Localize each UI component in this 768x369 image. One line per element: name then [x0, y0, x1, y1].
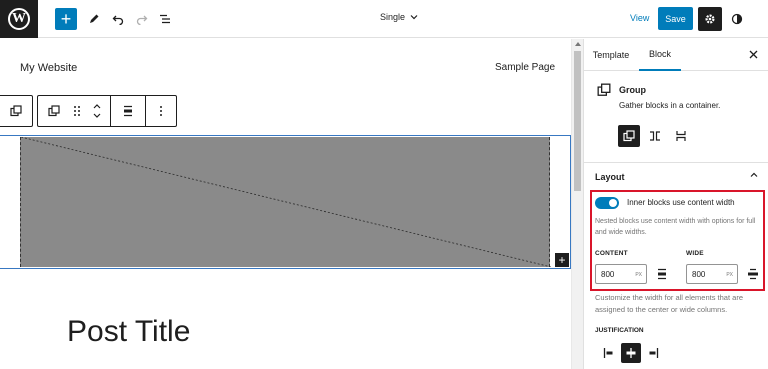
- wide-width-value: 800: [692, 270, 706, 279]
- variation-group-button[interactable]: [618, 125, 640, 147]
- sidebar-tabs: Template Block: [584, 39, 768, 71]
- variation-stack-button[interactable]: [670, 125, 692, 147]
- image-placeholder[interactable]: [20, 137, 551, 267]
- panel-divider: [584, 162, 768, 163]
- variation-row-button[interactable]: [644, 125, 666, 147]
- post-title[interactable]: Post Title: [67, 315, 190, 349]
- block-type-button[interactable]: [38, 96, 70, 126]
- canvas-scrollbar[interactable]: [571, 39, 583, 369]
- wide-width-label: WIDE: [686, 250, 704, 257]
- view-link[interactable]: View: [630, 13, 649, 23]
- justify-left-button[interactable]: [599, 343, 619, 363]
- editor-canvas: My Website Sample Page + Post Title: [0, 39, 571, 369]
- align-center-icon: [124, 105, 132, 117]
- scroll-thumb[interactable]: [574, 51, 581, 191]
- stretch-wide-icon: [748, 268, 758, 280]
- drag-handle[interactable]: [70, 96, 84, 126]
- content-width-toggle[interactable]: [595, 197, 619, 209]
- wordpress-icon: W: [8, 8, 30, 30]
- list-view-button[interactable]: [154, 8, 176, 30]
- undo-button[interactable]: [107, 8, 129, 30]
- stack-icon: [676, 131, 686, 141]
- half-circle-icon: [731, 13, 743, 25]
- drag-handle-icon: [74, 106, 80, 116]
- gear-icon: [705, 14, 715, 24]
- edit-tools-button[interactable]: [83, 8, 105, 30]
- content-width-toggle-label: Inner blocks use content width: [627, 198, 735, 207]
- align-center-icon: [658, 268, 666, 280]
- scroll-up-arrow-icon[interactable]: [575, 42, 581, 46]
- row-icon: [650, 131, 660, 141]
- group-icon: [48, 105, 60, 117]
- block-parent-selector[interactable]: [0, 95, 33, 127]
- justification-controls: [599, 343, 663, 363]
- redo-icon: [136, 15, 148, 25]
- more-vertical-icon: [160, 106, 162, 116]
- close-icon: [749, 50, 758, 59]
- group-icon: [597, 83, 611, 96]
- justify-center-icon: [626, 348, 636, 358]
- save-button[interactable]: Save: [658, 7, 693, 30]
- unit-label: PX: [635, 272, 642, 278]
- document-title-dropdown[interactable]: Single: [380, 12, 418, 22]
- move-up-down-buttons[interactable]: [84, 96, 110, 126]
- pencil-icon: [90, 14, 99, 23]
- justify-right-button[interactable]: [643, 343, 663, 363]
- nav-link-sample-page[interactable]: Sample Page: [495, 62, 555, 73]
- chevron-up-down-icon: [93, 104, 101, 118]
- placeholder-diagonal: [21, 137, 551, 267]
- width-help-text: Customize the width for all elements tha…: [595, 293, 743, 314]
- content-width-input[interactable]: 800 PX: [595, 264, 647, 284]
- justify-right-icon: [649, 348, 659, 358]
- list-view-icon: [160, 14, 170, 24]
- editor-header: W + Single View Save: [0, 0, 768, 38]
- more-options-button[interactable]: [146, 96, 176, 126]
- wordpress-logo-button[interactable]: W: [0, 0, 38, 38]
- content-width-value: 800: [601, 270, 615, 279]
- settings-sidebar: Template Block Group Gather blocks in a …: [583, 39, 768, 369]
- content-width-label: CONTENT: [595, 250, 628, 257]
- block-description: Gather blocks in a container.: [619, 101, 721, 110]
- block-name: Group: [619, 85, 646, 95]
- block-variations: [618, 125, 692, 147]
- close-sidebar-button[interactable]: [749, 48, 758, 62]
- add-block-button[interactable]: +: [55, 8, 77, 30]
- tab-block[interactable]: Block: [639, 39, 681, 71]
- align-button[interactable]: [111, 96, 145, 126]
- site-title[interactable]: My Website: [20, 62, 77, 74]
- settings-button[interactable]: [698, 7, 722, 31]
- chevron-down-icon: [410, 15, 418, 20]
- toggle-help-text: Nested blocks use content width with opt…: [595, 218, 756, 236]
- tab-template[interactable]: Template: [586, 39, 636, 71]
- toggle-knob: [609, 199, 617, 207]
- block-inserter-button[interactable]: +: [555, 253, 569, 267]
- chevron-up-icon[interactable]: [750, 170, 758, 181]
- layout-panel-header[interactable]: Layout: [595, 172, 625, 182]
- block-toolbar: [37, 95, 177, 127]
- styles-button[interactable]: [726, 8, 748, 30]
- justify-left-icon: [603, 348, 613, 358]
- undo-icon: [112, 15, 124, 25]
- group-icon: [623, 130, 635, 142]
- redo-button[interactable]: [131, 8, 153, 30]
- group-icon: [9, 105, 22, 117]
- unit-label: PX: [726, 272, 733, 278]
- wide-width-input[interactable]: 800 PX: [686, 264, 738, 284]
- document-title: Single: [380, 12, 406, 22]
- justification-label: JUSTIFICATION: [595, 327, 644, 334]
- justify-center-button[interactable]: [621, 343, 641, 363]
